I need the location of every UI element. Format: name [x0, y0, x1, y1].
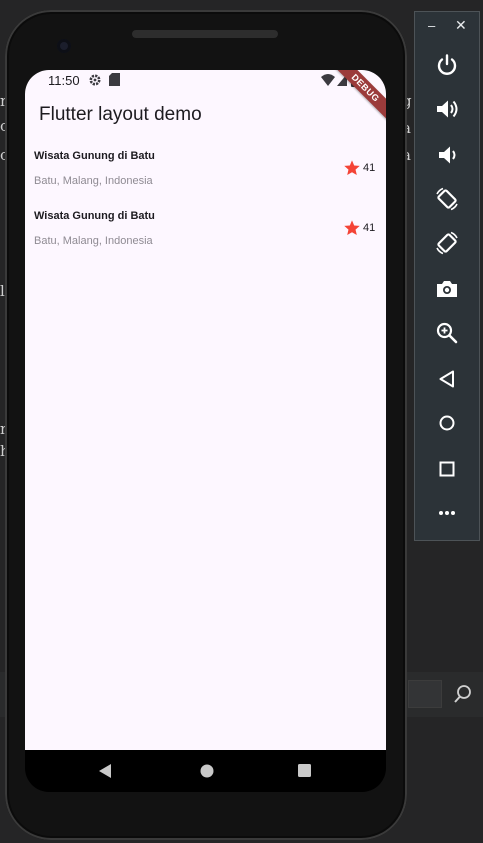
star-icon[interactable]: [343, 219, 361, 237]
search-icon[interactable]: [452, 683, 474, 705]
place-list: Wisata Gunung di Batu Batu, Malang, Indo…: [25, 142, 386, 262]
volume-up-icon[interactable]: [434, 96, 460, 122]
status-time: 11:50: [48, 73, 80, 88]
star-count: 41: [363, 222, 376, 234]
nav-back-icon[interactable]: [98, 764, 112, 778]
status-bar: 11:50: [25, 70, 386, 92]
settings-icon: [89, 74, 101, 86]
rotate-left-icon[interactable]: [434, 186, 460, 212]
list-item[interactable]: Wisata Gunung di Batu Batu, Malang, Indo…: [25, 142, 386, 202]
item-subtitle: Batu, Malang, Indonesia: [34, 235, 153, 247]
minimize-button[interactable]: –: [428, 18, 435, 33]
device-screen: 11:50 DEBUG Flutter layout demo Wisata G…: [25, 70, 386, 750]
nav-home-icon[interactable]: [200, 764, 214, 778]
star-icon[interactable]: [343, 159, 361, 177]
volume-down-icon[interactable]: [434, 142, 460, 168]
close-button[interactable]: ✕: [455, 17, 467, 34]
wifi-icon: [321, 74, 335, 86]
camera-icon[interactable]: [434, 276, 460, 302]
ide-search-field[interactable]: [408, 680, 442, 708]
back-icon[interactable]: [434, 366, 460, 392]
more-icon[interactable]: [434, 500, 460, 526]
overview-icon[interactable]: [434, 456, 460, 482]
page-title: Flutter layout demo: [39, 104, 202, 125]
android-navigation-bar: [25, 750, 386, 792]
item-title: Wisata Gunung di Batu: [34, 210, 155, 222]
zoom-icon[interactable]: [434, 320, 460, 346]
home-icon[interactable]: [434, 410, 460, 436]
device-frame: 11:50 DEBUG Flutter layout demo Wisata G…: [5, 10, 407, 840]
item-subtitle: Batu, Malang, Indonesia: [34, 175, 153, 187]
star-count: 41: [363, 162, 376, 174]
rotate-right-icon[interactable]: [434, 230, 460, 256]
power-icon[interactable]: [434, 52, 460, 78]
front-camera: [57, 39, 71, 53]
item-title: Wisata Gunung di Batu: [34, 150, 155, 162]
app-bar: Flutter layout demo: [25, 92, 386, 142]
emulator-toolbar: – ✕: [414, 11, 480, 541]
speaker-grille: [132, 30, 278, 38]
nav-recents-icon[interactable]: [298, 764, 311, 777]
list-item[interactable]: Wisata Gunung di Batu Batu, Malang, Indo…: [25, 202, 386, 262]
sd-card-icon: [109, 73, 120, 86]
